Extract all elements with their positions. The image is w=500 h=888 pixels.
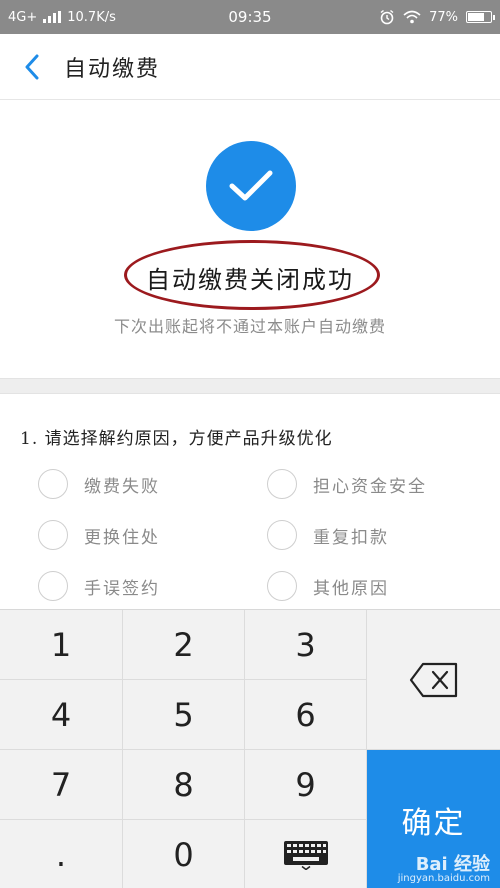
alarm-icon bbox=[380, 9, 394, 25]
survey-question: 1. 请选择解约原因，方便产品升级优化 bbox=[20, 429, 333, 449]
network-speed: 10.7K/s bbox=[67, 9, 116, 25]
reason-label: 缴费失败 bbox=[84, 476, 160, 497]
reason-label: 更换住处 bbox=[84, 527, 160, 548]
section-divider bbox=[0, 378, 500, 394]
backspace-icon bbox=[409, 662, 457, 697]
wifi-icon bbox=[403, 10, 421, 24]
reason-option-fund-safety[interactable]: 担心资金安全 bbox=[267, 464, 427, 504]
watermark: Bai 经验 jingyan.baidu.com bbox=[398, 856, 490, 884]
success-panel: 自动缴费关闭成功 下次出账起将不通过本账户自动缴费 bbox=[0, 101, 500, 379]
radio-button[interactable] bbox=[267, 469, 297, 499]
network-type: 4G+ bbox=[8, 9, 38, 25]
hide-keyboard-key[interactable] bbox=[245, 820, 367, 888]
watermark-logo: Bai 经验 bbox=[415, 854, 490, 875]
back-button[interactable] bbox=[0, 34, 64, 100]
key-3[interactable]: 3 bbox=[245, 610, 367, 680]
key-5[interactable]: 5 bbox=[123, 680, 245, 750]
reason-option-payment-failed[interactable]: 缴费失败 bbox=[38, 464, 160, 504]
radio-button[interactable] bbox=[38, 520, 68, 550]
battery-icon bbox=[466, 11, 495, 23]
keyboard-icon bbox=[283, 840, 328, 870]
key-4[interactable]: 4 bbox=[0, 680, 123, 750]
key-8[interactable]: 8 bbox=[123, 750, 245, 820]
reason-label: 其他原因 bbox=[313, 578, 389, 599]
radio-button[interactable] bbox=[38, 571, 68, 601]
key-0[interactable]: 0 bbox=[123, 820, 245, 888]
signal-icon bbox=[43, 11, 62, 23]
success-subtext: 下次出账起将不通过本账户自动缴费 bbox=[113, 317, 386, 336]
title-bar: 自动缴费 bbox=[0, 34, 500, 100]
reason-label: 担心资金安全 bbox=[313, 476, 427, 497]
key-9[interactable]: 9 bbox=[245, 750, 367, 820]
radio-button[interactable] bbox=[267, 520, 297, 550]
chevron-left-icon bbox=[25, 54, 39, 79]
key-7[interactable]: 7 bbox=[0, 750, 123, 820]
watermark-url: jingyan.baidu.com bbox=[397, 873, 490, 884]
reason-option-other[interactable]: 其他原因 bbox=[267, 566, 389, 606]
numeric-keypad: 1 2 3 4 5 6 7 8 9 . 0 确定 Bai 经验 jingyan.… bbox=[0, 609, 500, 888]
reason-option-mistaken-signup[interactable]: 手误签约 bbox=[38, 566, 160, 606]
success-check-icon bbox=[206, 141, 296, 231]
reason-option-duplicate-charge[interactable]: 重复扣款 bbox=[267, 515, 389, 555]
reason-label: 重复扣款 bbox=[313, 527, 389, 548]
battery-percent: 77% bbox=[429, 9, 458, 25]
radio-button[interactable] bbox=[267, 571, 297, 601]
radio-button[interactable] bbox=[38, 469, 68, 499]
key-1[interactable]: 1 bbox=[0, 610, 123, 680]
delete-key[interactable] bbox=[367, 610, 500, 750]
page-title: 自动缴费 bbox=[64, 56, 161, 82]
key-6[interactable]: 6 bbox=[245, 680, 367, 750]
status-bar: 4G+ 10.7K/s 09:35 77% bbox=[0, 0, 500, 34]
reason-label: 手误签约 bbox=[84, 578, 160, 599]
reason-option-moved[interactable]: 更换住处 bbox=[38, 515, 160, 555]
success-message: 自动缴费关闭成功 bbox=[146, 266, 354, 294]
key-decimal[interactable]: . bbox=[0, 820, 123, 888]
key-2[interactable]: 2 bbox=[123, 610, 245, 680]
